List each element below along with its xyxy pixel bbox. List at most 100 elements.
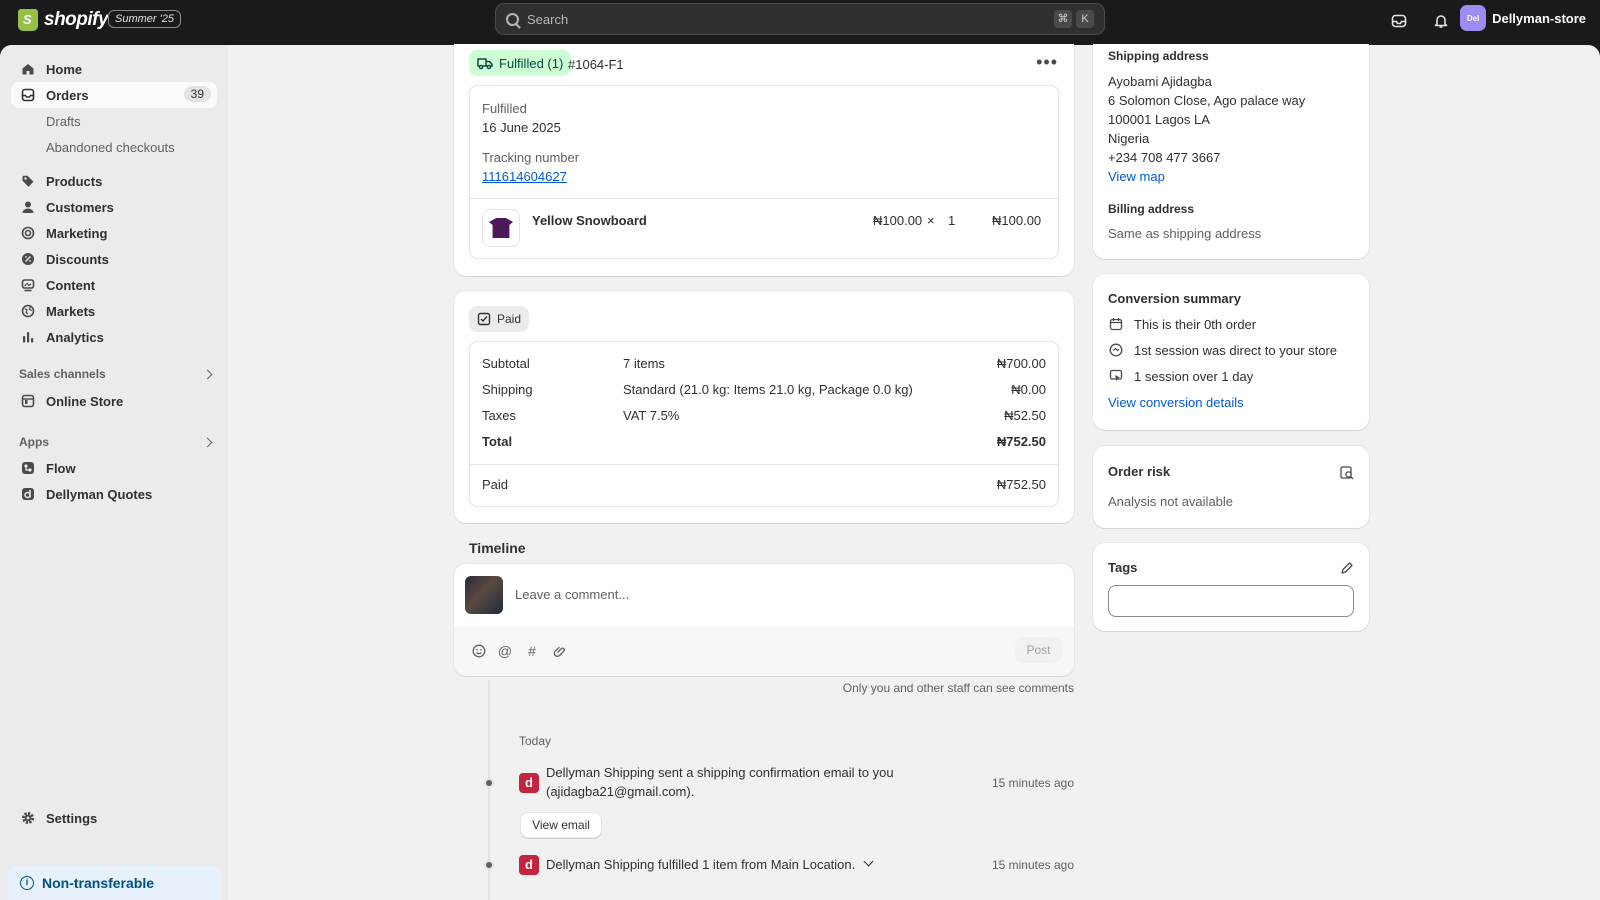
orders-icon [21, 88, 35, 102]
apps-heading[interactable]: Apps [19, 435, 217, 449]
shipping-address-heading: Shipping address [1108, 49, 1209, 63]
chevron-right-icon [202, 437, 213, 448]
dellyman-logo-icon: d [519, 855, 539, 875]
conversion-summary-card: Conversion summary This is their 0th ord… [1093, 274, 1369, 430]
non-transferable-banner[interactable]: i Non-transferable [8, 866, 221, 900]
sidebar-item-customers[interactable]: Customers [11, 194, 217, 220]
sidebar-item-discounts[interactable]: Discounts [11, 246, 217, 272]
post-button[interactable]: Post [1015, 637, 1062, 663]
flow-icon [22, 462, 34, 474]
paid-badge: Paid [469, 306, 530, 332]
sidebar-item-label: Customers [46, 199, 114, 215]
tags-card: Tags [1093, 543, 1369, 631]
edition-badge[interactable]: Summer '25 [108, 10, 181, 28]
sidebar-item-drafts[interactable]: Drafts [11, 108, 217, 134]
sidebar-item-markets[interactable]: Markets [11, 298, 217, 324]
conversion-row: 1st session was direct to your store [1108, 342, 1337, 358]
shipping-amount: ₦0.00 [1011, 382, 1046, 397]
total-label: Total [482, 434, 513, 449]
sidebar-item-orders[interactable]: Orders 39 [11, 82, 217, 108]
search-bar[interactable]: Search ⌘ K [495, 3, 1105, 35]
product-quantity: 1 [948, 213, 956, 228]
paid-badge-label: Paid [497, 312, 522, 326]
sidebar-item-content[interactable]: Content [11, 272, 217, 298]
attachment-icon[interactable] [551, 643, 567, 659]
sidebar-item-flow[interactable]: Flow [11, 455, 217, 481]
taxes-label: Taxes [482, 408, 516, 423]
sidebar-item-abandoned-checkouts[interactable]: Abandoned checkouts [11, 134, 217, 160]
sidebar-item-settings[interactable]: Settings [11, 805, 217, 831]
conversion-row: This is their 0th order [1108, 316, 1256, 332]
view-map-link[interactable]: View map [1108, 169, 1165, 184]
timeline-dot [484, 778, 494, 788]
product-name[interactable]: Yellow Snowboard [532, 213, 647, 228]
truck-icon [477, 58, 493, 70]
store-switcher[interactable]: Del Dellyman-store [1460, 5, 1586, 31]
section-heading-label: Sales channels [19, 367, 106, 381]
address-street: 6 Solomon Close, Ago palace way [1108, 93, 1306, 108]
paid-label: Paid [482, 477, 509, 492]
store-avatar: Del [1460, 5, 1487, 31]
top-bar: shopify Summer '25 Search ⌘ K Del Dellym… [0, 0, 1600, 45]
orders-count-badge: 39 [183, 86, 211, 102]
sidebar-item-dellyman-quotes[interactable]: Dellyman Quotes [11, 481, 217, 507]
shortcut-cmd-key: ⌘ [1054, 10, 1072, 28]
shipping-label: Shipping [482, 382, 533, 397]
sidebar-item-marketing[interactable]: Marketing [11, 220, 217, 246]
event-time: 15 minutes ago [991, 858, 1074, 872]
sidebar-item-label: Marketing [46, 225, 108, 241]
snowboard-image [489, 218, 513, 238]
mention-icon[interactable]: @ [497, 643, 513, 659]
more-actions-icon[interactable]: ••• [1036, 52, 1058, 73]
content-icon [21, 279, 35, 292]
billing-address-value: Same as shipping address [1108, 226, 1262, 241]
shopify-bag-icon [18, 9, 38, 31]
sidebar-item-home[interactable]: Home [11, 56, 217, 82]
tags-input[interactable] [1108, 585, 1354, 617]
discount-icon [22, 253, 34, 265]
divider [470, 198, 1058, 199]
person-icon [22, 201, 34, 213]
sidebar-item-label: Online Store [46, 393, 124, 409]
payment-card: Paid Subtotal 7 items ₦700.00 Shipping S… [454, 291, 1074, 523]
fulfilled-badge: Fulfilled (1) [469, 50, 572, 76]
order-risk-card: Order risk Analysis not available [1093, 446, 1369, 528]
emoji-icon[interactable] [471, 643, 487, 659]
sidebar-item-label: Analytics [46, 329, 104, 345]
shopify-logo[interactable]: shopify [18, 9, 109, 31]
sidebar-item-products[interactable]: Products [11, 168, 217, 194]
sidebar-item-label: Settings [46, 810, 98, 826]
home-icon [22, 64, 34, 75]
timeline-dot [484, 860, 494, 870]
fulfilled-date: 16 June 2025 [482, 120, 561, 135]
tracking-label: Tracking number [482, 150, 580, 165]
risk-analysis-icon[interactable] [1339, 465, 1355, 481]
comment-box: Leave a comment... @ # Post [454, 564, 1074, 676]
conversion-heading: Conversion summary [1108, 291, 1241, 306]
bell-icon[interactable] [1429, 9, 1453, 33]
payment-summary: Subtotal 7 items ₦700.00 Shipping Standa… [469, 341, 1059, 507]
paid-amount: ₦752.50 [996, 477, 1046, 492]
hashtag-icon[interactable]: # [524, 643, 540, 659]
order-risk-heading: Order risk [1108, 464, 1171, 479]
sales-channels-heading[interactable]: Sales channels [19, 367, 217, 381]
taxes-detail: VAT 7.5% [623, 408, 680, 423]
sidebar-item-label: Content [46, 277, 96, 293]
inbox-icon[interactable] [1387, 9, 1411, 33]
sidebar-item-analytics[interactable]: Analytics [11, 324, 217, 350]
shortcut-k-key: K [1076, 10, 1094, 28]
view-conversion-details-link[interactable]: View conversion details [1108, 395, 1244, 410]
tracking-number-link[interactable]: 111614604627 [482, 169, 567, 184]
product-thumbnail[interactable] [482, 209, 520, 247]
dellyman-app-icon [22, 488, 34, 500]
comment-input[interactable]: Leave a comment... [515, 587, 629, 602]
subtotal-amount: ₦700.00 [996, 356, 1046, 371]
view-email-button[interactable]: View email [520, 812, 602, 838]
conversion-row: 1 session over 1 day [1108, 368, 1253, 384]
sidebar-item-label: Products [46, 173, 103, 189]
sidebar-item-online-store[interactable]: Online Store [11, 388, 217, 414]
subtotal-detail: 7 items [623, 356, 665, 371]
comment-toolbar [454, 626, 1074, 676]
event-text[interactable]: Dellyman Shipping fulfilled 1 item from … [546, 857, 855, 872]
pencil-icon[interactable] [1339, 560, 1355, 576]
